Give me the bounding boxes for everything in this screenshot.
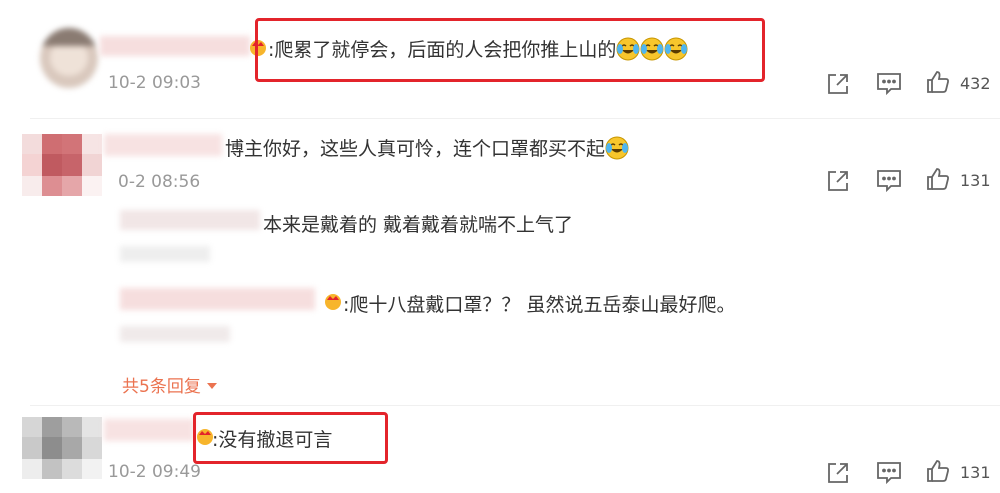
reply-item-2: :爬十八盘戴口罩？？ 虽然说五岳泰山最好爬。 [115,280,815,360]
like-icon[interactable] [926,167,950,191]
chevron-down-icon [207,383,218,389]
reply-meta [120,246,210,262]
username[interactable] [100,36,250,56]
like-count: 432 [960,74,991,93]
comment-item-3: :没有撤退可言 10-2 09:49 131 [0,405,1000,493]
comment-time: 10-2 09:49 [108,462,201,482]
more-replies-link[interactable]: 共5条回复 [122,372,218,397]
avatar[interactable] [22,417,102,479]
like-count: 131 [960,463,991,482]
comment-item-2: 博主你好，这些人真可怜，连个口罩都买不起 0-2 08:56 131 本来是戴着… [0,120,1000,400]
avatar[interactable] [40,28,98,88]
laughing-crying-emoji [605,136,629,160]
reply-text: :爬十八盘戴口罩？？ 虽然说五岳泰山最好爬。 [343,294,736,316]
username[interactable] [104,419,194,441]
reply-item-1: 本来是戴着的 戴着戴着就喘不上气了 [115,202,815,272]
reply-text: 本来是戴着的 戴着戴着就喘不上气了 [263,214,574,236]
comment-icon[interactable] [876,169,902,193]
like-count: 131 [960,171,991,190]
divider [30,118,1000,119]
comment-text: 博主你好，这些人真可怜，连个口罩都买不起 [225,134,629,161]
reply-username[interactable] [120,288,315,310]
share-icon[interactable] [826,72,850,96]
share-icon[interactable] [826,461,850,485]
crown-badge-icon [325,294,341,310]
reply-meta [120,326,230,342]
avatar[interactable] [22,134,102,196]
comment-icon[interactable] [876,72,902,96]
highlight-box [193,412,388,464]
comment-time: 10-2 09:03 [108,73,201,93]
share-icon[interactable] [826,169,850,193]
like-icon[interactable] [926,70,950,94]
reply-username[interactable] [120,210,260,230]
comment-time: 0-2 08:56 [118,172,201,192]
username[interactable] [104,134,222,156]
comment-icon[interactable] [876,461,902,485]
highlight-box [255,18,765,82]
like-icon[interactable] [926,459,950,483]
